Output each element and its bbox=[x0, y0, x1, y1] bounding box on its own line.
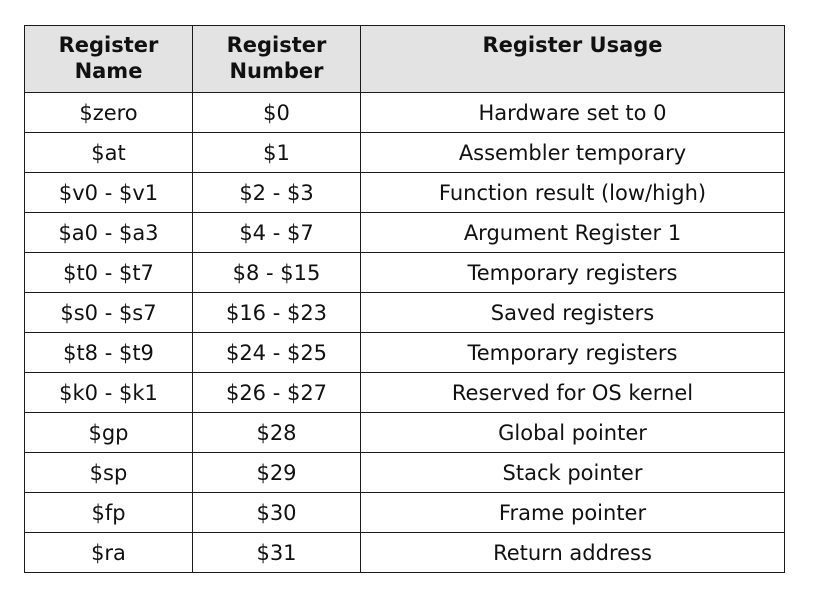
table-row: $gp $28 Global pointer bbox=[24, 412, 785, 453]
cell-register-number: $2 - $3 bbox=[192, 172, 361, 213]
cell-register-name: $k0 - $k1 bbox=[24, 372, 193, 413]
cell-register-name: $fp bbox=[24, 492, 193, 533]
cell-register-number: $0 bbox=[192, 92, 361, 133]
cell-register-number: $24 - $25 bbox=[192, 332, 361, 373]
cell-register-name: $s0 - $s7 bbox=[24, 292, 193, 333]
table-row: $at $1 Assembler temporary bbox=[24, 132, 785, 173]
cell-register-name: $t8 - $t9 bbox=[24, 332, 193, 373]
header-register-name: Register Name bbox=[24, 25, 193, 93]
cell-register-usage: Argument Register 1 bbox=[360, 212, 785, 253]
cell-register-usage: Stack pointer bbox=[360, 452, 785, 493]
cell-register-usage: Reserved for OS kernel bbox=[360, 372, 785, 413]
table-row: $v0 - $v1 $2 - $3 Function result (low/h… bbox=[24, 172, 785, 213]
cell-register-number: $30 bbox=[192, 492, 361, 533]
cell-register-name: $a0 - $a3 bbox=[24, 212, 193, 253]
cell-register-usage: Temporary registers bbox=[360, 332, 785, 373]
header-row: Register Name Register Number Register U… bbox=[24, 25, 785, 93]
cell-register-name: $zero bbox=[24, 92, 193, 133]
cell-register-usage: Temporary registers bbox=[360, 252, 785, 293]
table-row: $fp $30 Frame pointer bbox=[24, 492, 785, 533]
cell-register-usage: Hardware set to 0 bbox=[360, 92, 785, 133]
cell-register-name: $sp bbox=[24, 452, 193, 493]
table-row: $s0 - $s7 $16 - $23 Saved registers bbox=[24, 292, 785, 333]
cell-register-number: $26 - $27 bbox=[192, 372, 361, 413]
cell-register-name: $ra bbox=[24, 532, 193, 573]
table-row: $t8 - $t9 $24 - $25 Temporary registers bbox=[24, 332, 785, 373]
cell-register-usage: Return address bbox=[360, 532, 785, 573]
header-register-usage: Register Usage bbox=[360, 25, 785, 93]
cell-register-name: $gp bbox=[24, 412, 193, 453]
cell-register-number: $16 - $23 bbox=[192, 292, 361, 333]
header-register-usage-label: Register Usage bbox=[482, 33, 663, 57]
table-row: $a0 - $a3 $4 - $7 Argument Register 1 bbox=[24, 212, 785, 253]
cell-register-name: $t0 - $t7 bbox=[24, 252, 193, 293]
cell-register-number: $28 bbox=[192, 412, 361, 453]
cell-register-number: $29 bbox=[192, 452, 361, 493]
register-table: Register Name Register Number Register U… bbox=[24, 25, 785, 573]
cell-register-name: $at bbox=[24, 132, 193, 173]
table-body: $zero $0 Hardware set to 0 $at $1 Assemb… bbox=[24, 92, 785, 573]
table-row: $ra $31 Return address bbox=[24, 532, 785, 573]
table-header: Register Name Register Number Register U… bbox=[24, 25, 785, 93]
header-register-name-label: Register Name bbox=[58, 33, 159, 83]
cell-register-usage: Assembler temporary bbox=[360, 132, 785, 173]
table-row: $k0 - $k1 $26 - $27 Reserved for OS kern… bbox=[24, 372, 785, 413]
cell-register-usage: Frame pointer bbox=[360, 492, 785, 533]
cell-register-usage: Saved registers bbox=[360, 292, 785, 333]
cell-register-number: $8 - $15 bbox=[192, 252, 361, 293]
table-row: $sp $29 Stack pointer bbox=[24, 452, 785, 493]
cell-register-number: $4 - $7 bbox=[192, 212, 361, 253]
header-register-number-label: Register Number bbox=[226, 33, 327, 83]
cell-register-number: $31 bbox=[192, 532, 361, 573]
cell-register-usage: Function result (low/high) bbox=[360, 172, 785, 213]
table-row: $t0 - $t7 $8 - $15 Temporary registers bbox=[24, 252, 785, 293]
cell-register-name: $v0 - $v1 bbox=[24, 172, 193, 213]
header-register-number: Register Number bbox=[192, 25, 361, 93]
table-row: $zero $0 Hardware set to 0 bbox=[24, 92, 785, 133]
cell-register-number: $1 bbox=[192, 132, 361, 173]
cell-register-usage: Global pointer bbox=[360, 412, 785, 453]
